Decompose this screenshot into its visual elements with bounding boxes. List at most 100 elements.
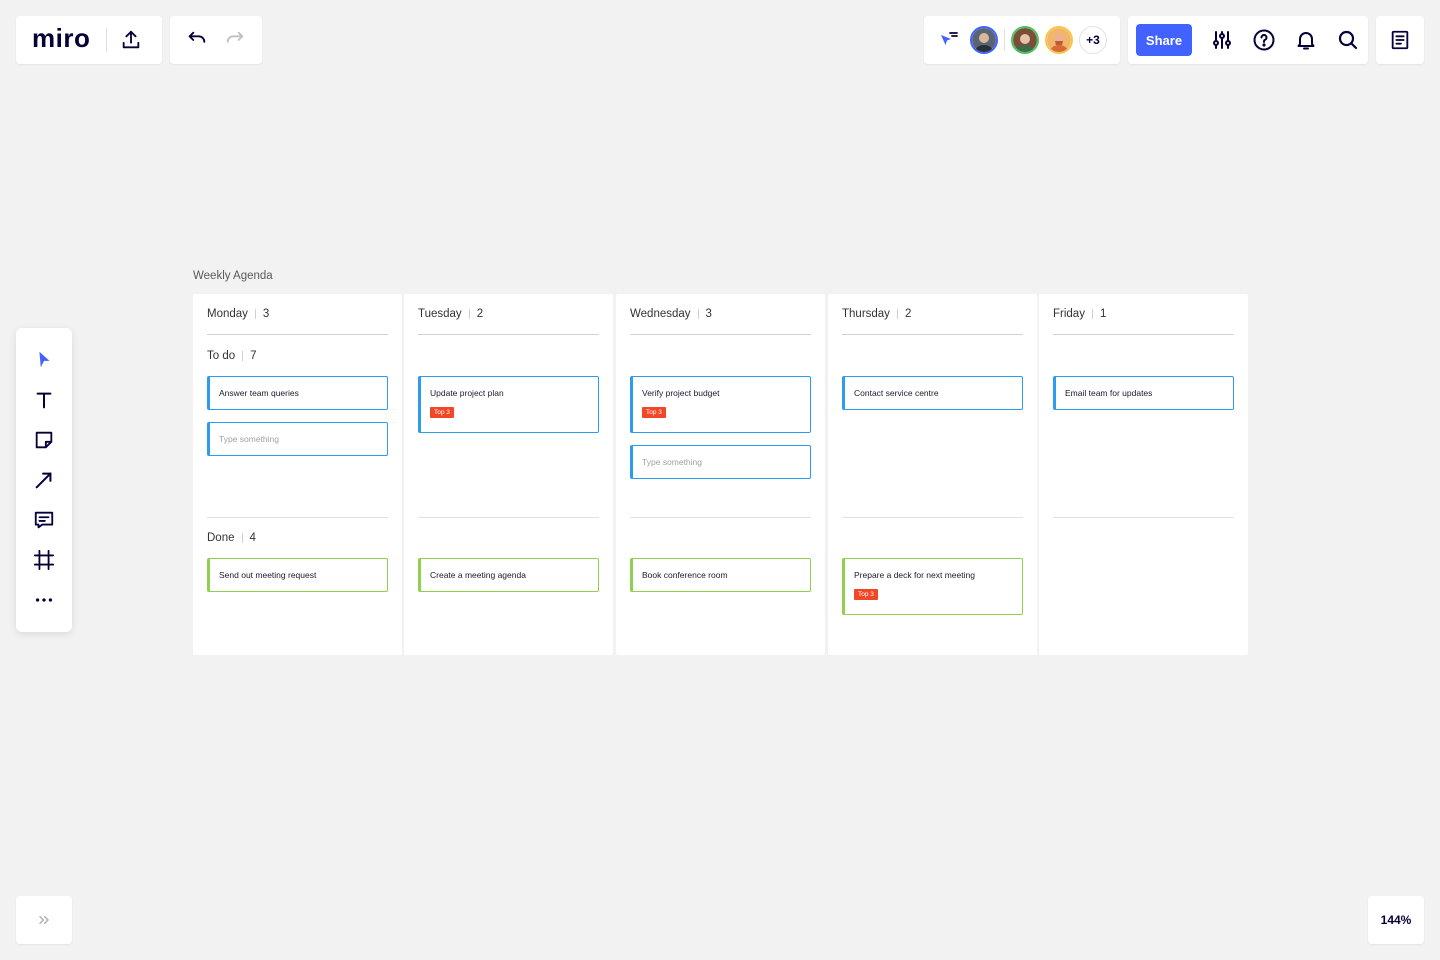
cursor-follow-icon[interactable]	[936, 28, 960, 52]
column-day: Friday	[1053, 308, 1085, 320]
column-day: Monday	[207, 308, 248, 320]
notes-icon[interactable]	[1389, 29, 1411, 51]
card-text: Email team for updates	[1065, 388, 1153, 398]
section-rule	[842, 517, 1023, 518]
column-header: Friday 1	[1053, 308, 1106, 320]
card-text: Book conference room	[642, 570, 728, 580]
card-text: Type something	[219, 434, 280, 444]
undo-icon[interactable]	[186, 29, 208, 51]
avatar[interactable]	[970, 26, 998, 54]
more-tools-icon[interactable]	[33, 589, 55, 611]
priority-tag: Top 3	[642, 407, 666, 419]
column-header: Tuesday 2	[418, 308, 483, 320]
upload-icon[interactable]	[120, 29, 142, 51]
done-card[interactable]: Book conference room	[630, 558, 811, 592]
column-wednesday: Wednesday 3 Verify project budget Top 3 Type…	[616, 294, 825, 655]
card-placeholder-input[interactable]: Type something	[630, 445, 811, 479]
collaborators-panel: +3	[924, 16, 1120, 64]
search-icon[interactable]	[1336, 28, 1360, 52]
card-text: Contact service centre	[854, 388, 939, 398]
sticky-note-tool-icon[interactable]	[33, 429, 55, 451]
select-tool-icon[interactable]	[33, 349, 55, 371]
header-rule	[418, 334, 599, 335]
column-friday: Friday 1 Email team for updates	[1039, 294, 1248, 655]
divider	[106, 28, 108, 52]
todo-card[interactable]: Verify project budget Top 3	[630, 376, 811, 433]
header-rule	[1053, 334, 1234, 335]
column-header: Monday 3	[207, 308, 269, 320]
text-tool-icon[interactable]	[33, 389, 55, 411]
arrow-tool-icon[interactable]	[33, 469, 55, 491]
column-thursday: Thursday 2 Contact service centre Prepare a…	[828, 294, 1037, 655]
column-count: 3	[262, 308, 270, 320]
todo-card[interactable]: Email team for updates	[1053, 376, 1234, 410]
section-rule	[1053, 517, 1234, 518]
divider	[242, 351, 244, 361]
done-card[interactable]: Prepare a deck for next meeting Top 3	[842, 558, 1023, 615]
card-text: Prepare a deck for next meeting	[854, 570, 975, 580]
done-card[interactable]: Send out meeting request	[207, 558, 388, 592]
todo-card[interactable]: Contact service centre	[842, 376, 1023, 410]
column-monday: Monday 3 To do 7 Done 4 Answer team queries Typ…	[193, 294, 402, 655]
todo-card[interactable]: Answer team queries	[207, 376, 388, 410]
column-count: 2	[904, 308, 912, 320]
card-text: Verify project budget	[642, 388, 720, 398]
done-card[interactable]: Create a meeting agenda	[418, 558, 599, 592]
creation-toolbar	[16, 328, 72, 632]
section-rule	[207, 517, 388, 518]
sliders-icon[interactable]	[1210, 28, 1234, 52]
column-header: Thursday 2	[842, 308, 911, 320]
column-day: Tuesday	[418, 308, 462, 320]
frame-tool-icon[interactable]	[33, 549, 55, 571]
divider	[1004, 29, 1005, 51]
priority-tag: Top 3	[430, 407, 454, 419]
expand-panel	[16, 896, 72, 944]
card-text: Type something	[642, 457, 703, 467]
header-rule	[842, 334, 1023, 335]
card-text: Create a meeting agenda	[430, 570, 526, 580]
double-chevron-right-icon[interactable]	[36, 912, 52, 928]
section-label: Done	[207, 532, 235, 544]
zoom-level[interactable]: 144%	[1368, 896, 1424, 944]
avatar[interactable]	[1045, 26, 1073, 54]
section-rule	[630, 517, 811, 518]
section-label: To do	[207, 350, 236, 362]
top-left-panel: miro	[16, 16, 162, 64]
top-right-toolbar: Share	[1128, 16, 1368, 64]
divider	[896, 309, 898, 319]
header-rule	[630, 334, 811, 335]
redo-icon[interactable]	[224, 29, 246, 51]
todo-section-header: To do 7	[207, 350, 257, 362]
column-count: 2	[476, 308, 484, 320]
board-title: Weekly Agenda	[193, 270, 273, 282]
divider	[241, 533, 243, 543]
notes-panel	[1376, 16, 1424, 64]
bell-icon[interactable]	[1294, 28, 1318, 52]
section-rule	[418, 517, 599, 518]
done-section-header: Done 4	[207, 532, 256, 544]
column-count: 3	[705, 308, 712, 320]
section-count: 7	[250, 350, 257, 362]
card-text: Answer team queries	[219, 388, 299, 398]
help-icon[interactable]	[1252, 28, 1276, 52]
header-rule	[207, 334, 388, 335]
column-header: Wednesday 3	[630, 308, 712, 320]
card-text: Send out meeting request	[219, 570, 317, 580]
divider	[254, 309, 256, 319]
comment-tool-icon[interactable]	[33, 509, 55, 531]
more-collaborators-badge[interactable]: +3	[1079, 26, 1107, 54]
column-count: 1	[1099, 308, 1107, 320]
column-tuesday: Tuesday 2 Update project plan Top 3 Create a…	[404, 294, 613, 655]
todo-card[interactable]: Update project plan Top 3	[418, 376, 599, 433]
column-day: Thursday	[842, 308, 890, 320]
divider	[697, 309, 699, 319]
avatar[interactable]	[1011, 26, 1039, 54]
column-day: Wednesday	[630, 308, 691, 320]
miro-logo[interactable]: miro	[32, 25, 90, 51]
divider	[468, 309, 470, 319]
share-button[interactable]: Share	[1136, 24, 1192, 56]
undo-redo-panel	[170, 16, 262, 64]
card-text: Update project plan	[430, 388, 504, 398]
card-placeholder-input[interactable]: Type something	[207, 422, 388, 456]
priority-tag: Top 3	[854, 589, 878, 601]
